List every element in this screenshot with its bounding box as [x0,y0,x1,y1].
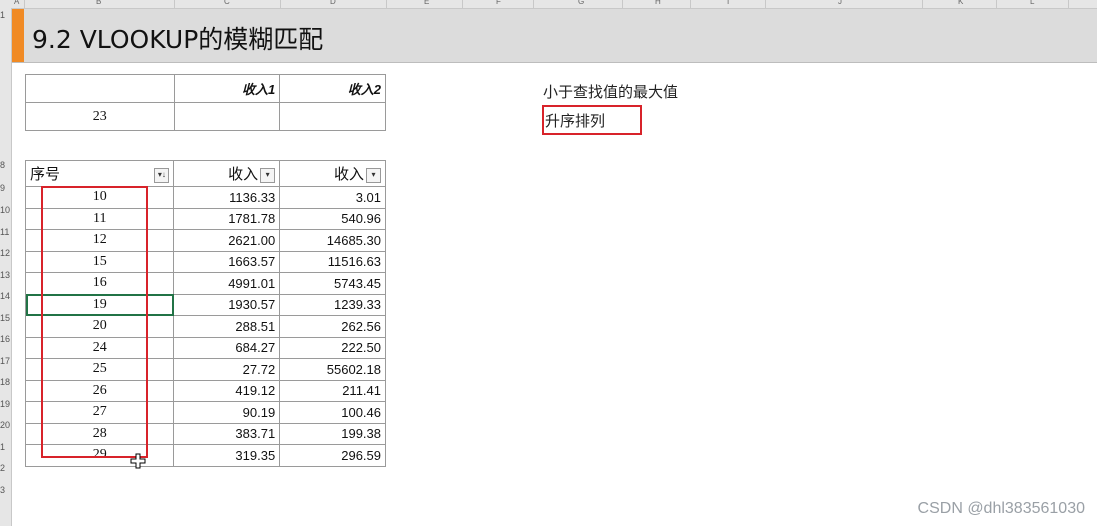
column-separator [922,0,923,8]
column-e-header[interactable]: E [424,0,429,6]
note-ascending-order: 升序排列 [545,112,606,130]
row-number[interactable]: 10 [0,205,10,215]
cross-cursor-icon [130,453,146,469]
income2-cell[interactable]: 5743.45 [279,272,386,295]
header-cell-income2[interactable]: 收入 ▾ [279,160,386,187]
income2-cell[interactable]: 222.50 [279,336,386,359]
row-number[interactable]: 1 [0,442,10,452]
income2-cell[interactable]: 296.59 [279,444,386,467]
column-j-header[interactable]: J [838,0,842,6]
header-cell-serial[interactable]: 序号 ▾↓ [24,160,175,187]
row-number[interactable]: 11 [0,227,10,237]
row-number[interactable]: 13 [0,270,10,280]
income1-cell[interactable]: 1930.57 [173,293,281,316]
lookup-result-cell[interactable] [173,102,281,131]
page-title: 9.2 VLOOKUP的模糊匹配 [32,25,324,54]
title-accent-bar [12,9,24,62]
lookup-header-cell[interactable]: 收入1 [173,74,281,103]
column-separator [462,0,463,8]
column-separator [24,0,25,8]
title-banner[interactable]: 9.2 VLOOKUP的模糊匹配 [12,9,1097,63]
income1-cell[interactable]: 684.27 [173,336,281,359]
row-number[interactable]: 3 [0,485,10,495]
row-number[interactable]: 2 [0,463,10,473]
header-label: 收入 [333,166,364,183]
income1-cell[interactable]: 383.71 [173,422,281,445]
income1-cell[interactable]: 419.12 [173,379,281,402]
row-number[interactable]: 17 [0,356,10,366]
income2-cell[interactable]: 199.38 [279,422,386,445]
header-label: 收入 [228,166,259,183]
income1-cell[interactable]: 1136.33 [173,186,281,209]
column-c-header[interactable]: C [224,0,230,6]
column-b-header[interactable]: B [96,0,101,6]
filter-dropdown-icon[interactable]: ▾ [260,167,276,183]
lookup-table: 收入1 收入2 23 [25,74,386,131]
column-a-header[interactable]: A [14,0,19,6]
header-cell-income1[interactable]: 收入 ▾ [173,160,281,187]
lookup-result-cell[interactable] [279,102,386,131]
row-number[interactable]: 16 [0,334,10,344]
watermark: CSDN @dhl383561030 [917,500,1085,517]
column-separator [996,0,997,8]
income2-cell[interactable]: 100.46 [279,401,386,424]
column-i-header[interactable]: I [727,0,729,6]
filter-dropdown-icon[interactable]: ▾ [366,167,381,183]
row-number[interactable]: 18 [0,377,10,387]
row-number[interactable]: 8 [0,160,10,170]
lookup-value-cell[interactable]: 23 [25,102,175,131]
column-h-header[interactable]: H [655,0,661,6]
income2-cell[interactable]: 1239.33 [279,293,386,316]
income1-cell[interactable]: 4991.01 [173,272,281,295]
income2-cell[interactable]: 540.96 [279,207,386,230]
column-separator [622,0,623,8]
row-number[interactable]: 20 [0,420,10,430]
row-header-bar[interactable]: 1 8 9 10 11 12 13 14 15 16 17 18 19 20 1… [0,8,12,526]
income1-cell[interactable]: 1781.78 [173,207,281,230]
row-number[interactable]: 12 [0,248,10,258]
income1-cell[interactable]: 1663.57 [173,250,281,273]
row-number[interactable]: 1 [0,10,10,20]
column-g-header[interactable]: G [578,0,584,6]
lookup-header-cell[interactable] [25,74,175,103]
column-separator [690,0,691,8]
income2-cell[interactable]: 14685.30 [279,229,386,252]
column-header-bar[interactable]: A B C D E F G H I J K L [0,0,1097,9]
row-number[interactable]: 15 [0,313,10,323]
income1-cell[interactable]: 90.19 [173,401,281,424]
income2-cell[interactable]: 55602.18 [279,358,386,381]
header-label: 序号 [30,166,61,183]
column-separator [1068,0,1069,8]
income1-cell[interactable]: 2621.00 [173,229,281,252]
row-number[interactable]: 9 [0,183,10,193]
column-separator [765,0,766,8]
column-separator [386,0,387,8]
row-number[interactable]: 19 [0,399,10,409]
filter-sort-icon[interactable]: ▾↓ [154,168,170,183]
income1-cell[interactable]: 27.72 [173,358,281,381]
income2-cell[interactable]: 211.41 [279,379,386,402]
column-k-header[interactable]: K [958,0,963,6]
income2-cell[interactable]: 262.56 [279,315,386,338]
lookup-header-cell[interactable]: 收入2 [279,74,386,103]
column-separator [280,0,281,8]
income1-cell[interactable]: 288.51 [173,315,281,338]
column-l-header[interactable]: L [1030,0,1034,6]
data-header-row: 序号 ▾↓ 收入 ▾ 收入 ▾ [24,160,386,187]
column-d-header[interactable]: D [330,0,336,6]
serial-column-highlight [41,186,148,458]
lookup-header-row: 收入1 收入2 [25,74,386,103]
income2-cell[interactable]: 11516.63 [279,250,386,273]
note-max-less-than: 小于查找值的最大值 [543,83,679,101]
row-number[interactable]: 14 [0,291,10,301]
income1-cell[interactable]: 319.35 [173,444,281,467]
column-separator [174,0,175,8]
column-separator [533,0,534,8]
lookup-value-row: 23 [25,102,386,131]
income2-cell[interactable]: 3.01 [279,186,386,209]
column-f-header[interactable]: F [496,0,501,6]
